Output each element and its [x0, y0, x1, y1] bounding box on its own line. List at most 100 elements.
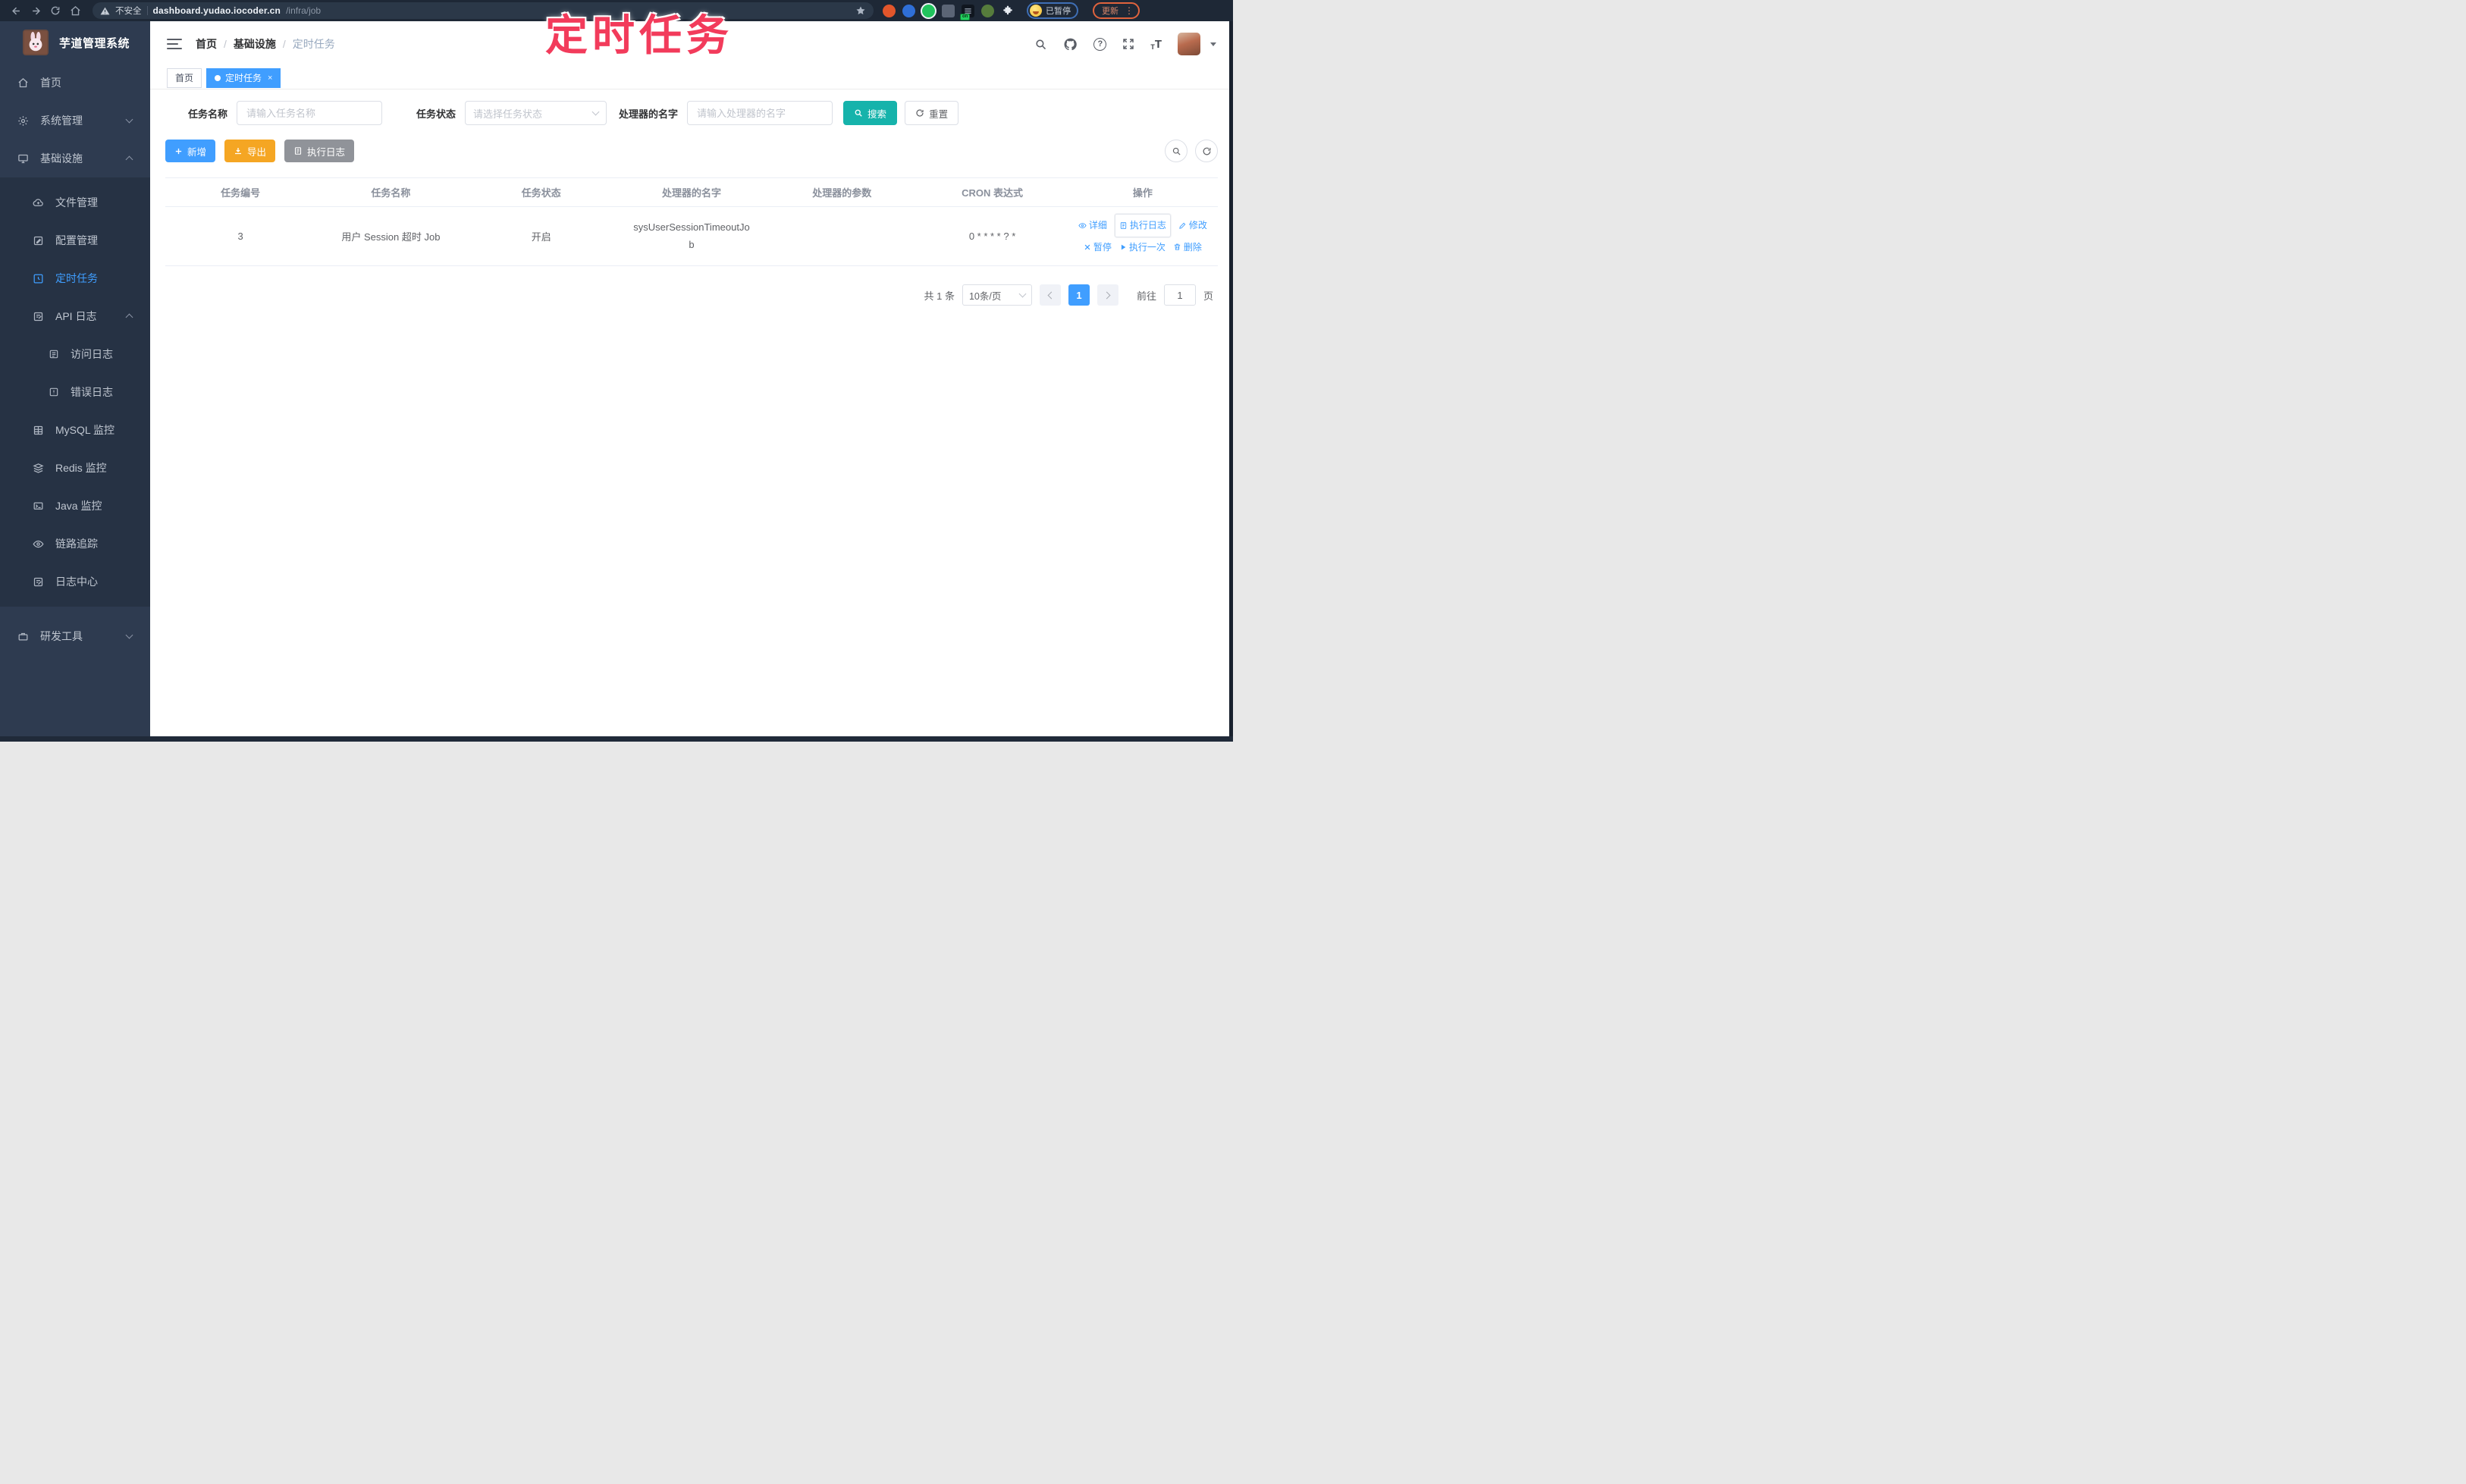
close-icon[interactable]: × [268, 74, 272, 83]
tab-job[interactable]: 定时任务 × [206, 67, 281, 88]
next-page-button[interactable] [1097, 284, 1118, 306]
doc-pen-icon [32, 576, 45, 588]
col-job-status: 任务状态 [466, 177, 616, 207]
extensions-row: on 已暂停 更新 ⋮ [883, 2, 1140, 20]
row-exec-log-link[interactable]: 执行日志 [1114, 214, 1171, 237]
infra-submenu: 文件管理 配置管理 定时任务 API 日志 访问日志 错误日志 MySQL 监控… [0, 177, 150, 607]
sidebar-item-access-log[interactable]: 访问日志 [0, 335, 150, 373]
divider [146, 6, 148, 15]
layers-icon [32, 463, 45, 474]
sidebar-item-home[interactable]: 首页 [0, 64, 150, 102]
profile-paused-badge[interactable]: 已暂停 [1027, 2, 1078, 19]
col-handler-name: 处理器的名字 [616, 177, 767, 207]
on-badge: on [960, 13, 971, 20]
help-icon[interactable]: ? [1093, 37, 1107, 51]
sidebar-item-log-center[interactable]: 日志中心 [0, 563, 150, 601]
export-button[interactable]: 导出 [224, 140, 276, 162]
sidebar-item-api-log[interactable]: API 日志 [0, 297, 150, 335]
add-button[interactable]: 新增 [165, 140, 216, 162]
font-size-icon[interactable]: TT [1150, 38, 1162, 51]
sidebar-item-devtools[interactable]: 研发工具 [0, 617, 150, 655]
exec-log-button[interactable]: 执行日志 [284, 140, 355, 162]
chevron-up-icon [125, 155, 133, 164]
sidebar-item-error-log[interactable]: 错误日志 [0, 373, 150, 411]
cell-actions: 详细 执行日志 修改 暂停 执行一次 删除 [1067, 206, 1218, 266]
col-job-id: 任务编号 [165, 177, 316, 207]
detail-link[interactable]: 详细 [1078, 215, 1107, 235]
sidebar-item-trace[interactable]: 链路追踪 [0, 525, 150, 563]
pause-link[interactable]: 暂停 [1084, 237, 1112, 257]
refresh-button[interactable] [1195, 140, 1218, 162]
extension-icon-orange[interactable] [883, 4, 896, 17]
col-job-name: 任务名称 [315, 177, 466, 207]
search-button[interactable]: 搜索 [843, 101, 898, 125]
main-area: 首页 / 基础设施 / 定时任务 ? TT 首页 定时任务 × 任务名称 请输入… [150, 21, 1233, 737]
cell-job-status: 开启 [466, 206, 616, 266]
avatar-caret-icon[interactable] [1210, 42, 1216, 46]
monitor-icon [17, 153, 30, 165]
extension-icon-leaf[interactable] [981, 4, 994, 17]
table-row: 3 用户 Session 超时 Job 开启 sysUserSessionTim… [165, 206, 1218, 266]
page-1-button[interactable]: 1 [1068, 284, 1090, 306]
active-dot [215, 74, 221, 81]
doc-icon [47, 349, 60, 359]
avatar[interactable] [1178, 33, 1200, 55]
table-grid-icon [32, 425, 45, 436]
sidebar-item-mysql[interactable]: MySQL 监控 [0, 411, 150, 449]
search-icon[interactable] [1034, 38, 1047, 51]
toggle-search-button[interactable] [1165, 140, 1188, 162]
content: 任务名称 任务状态 请选择任务状态 处理器的名字 搜索 [150, 89, 1233, 737]
github-icon[interactable] [1063, 37, 1078, 52]
task-status-label: 任务状态 [416, 108, 456, 120]
edit-link[interactable]: 修改 [1178, 215, 1207, 235]
terminal-icon [32, 500, 45, 512]
reload-button[interactable] [45, 2, 65, 19]
url-host: dashboard.yudao.iocoder.cn [152, 5, 281, 16]
task-status-select[interactable]: 请选择任务状态 [465, 101, 607, 125]
breadcrumb-home[interactable]: 首页 [196, 36, 217, 52]
job-table: 任务编号 任务名称 任务状态 处理器的名字 处理器的参数 CRON 表达式 操作… [165, 177, 1218, 266]
sidebar-collapse-icon[interactable] [167, 38, 182, 50]
back-button[interactable] [6, 2, 26, 19]
extension-icon-puzzle[interactable] [1001, 5, 1014, 17]
extension-icon-vue[interactable] [922, 4, 935, 17]
table-toolbar: 新增 导出 执行日志 [165, 140, 1218, 162]
run-once-link[interactable]: 执行一次 [1119, 237, 1166, 257]
bookmark-star-icon[interactable] [855, 5, 866, 16]
prev-page-button[interactable] [1039, 284, 1061, 306]
address-bar[interactable]: 不安全 dashboard.yudao.iocoder.cn/infra/job [93, 2, 874, 19]
task-name-input[interactable] [237, 101, 383, 125]
tab-home[interactable]: 首页 [167, 67, 202, 88]
page-size-select[interactable]: 10条/页 [962, 284, 1032, 306]
reset-button[interactable]: 重置 [905, 101, 959, 125]
extension-icon-stack[interactable]: on [960, 4, 974, 20]
forward-button[interactable] [26, 2, 45, 19]
app-logo-row: 芋道管理系统 [0, 21, 150, 64]
col-handler-param: 处理器的参数 [767, 177, 918, 207]
goto-page-input[interactable] [1163, 284, 1196, 306]
breadcrumb-parent[interactable]: 基础设施 [234, 36, 276, 52]
sidebar-item-file[interactable]: 文件管理 [0, 184, 150, 221]
cell-handler-param [767, 206, 918, 266]
sidebar-item-job[interactable]: 定时任务 [0, 259, 150, 297]
cell-job-id: 3 [165, 206, 316, 266]
delete-link[interactable]: 删除 [1173, 237, 1202, 257]
fullscreen-icon[interactable] [1122, 38, 1134, 50]
edit-square-icon [32, 235, 45, 246]
sidebar-item-system[interactable]: 系统管理 [0, 102, 150, 140]
chevron-down-icon [591, 108, 600, 116]
browser-update-button[interactable]: 更新 ⋮ [1093, 2, 1140, 19]
warning-icon [100, 6, 110, 16]
home-button[interactable] [65, 2, 85, 19]
page-label: 页 [1203, 290, 1213, 302]
sidebar-item-config[interactable]: 配置管理 [0, 221, 150, 259]
browser-menu-icon[interactable]: ⋮ [1125, 6, 1134, 15]
sidebar-item-infra[interactable]: 基础设施 [0, 140, 150, 177]
sidebar-item-redis[interactable]: Redis 监控 [0, 449, 150, 487]
handler-input[interactable] [687, 101, 833, 125]
extension-icon-grid[interactable] [942, 4, 955, 17]
browser-scrollbar[interactable] [1229, 21, 1233, 742]
extension-icon-blue[interactable] [902, 4, 915, 17]
update-label: 更新 [1102, 7, 1118, 16]
sidebar-item-java[interactable]: Java 监控 [0, 487, 150, 525]
